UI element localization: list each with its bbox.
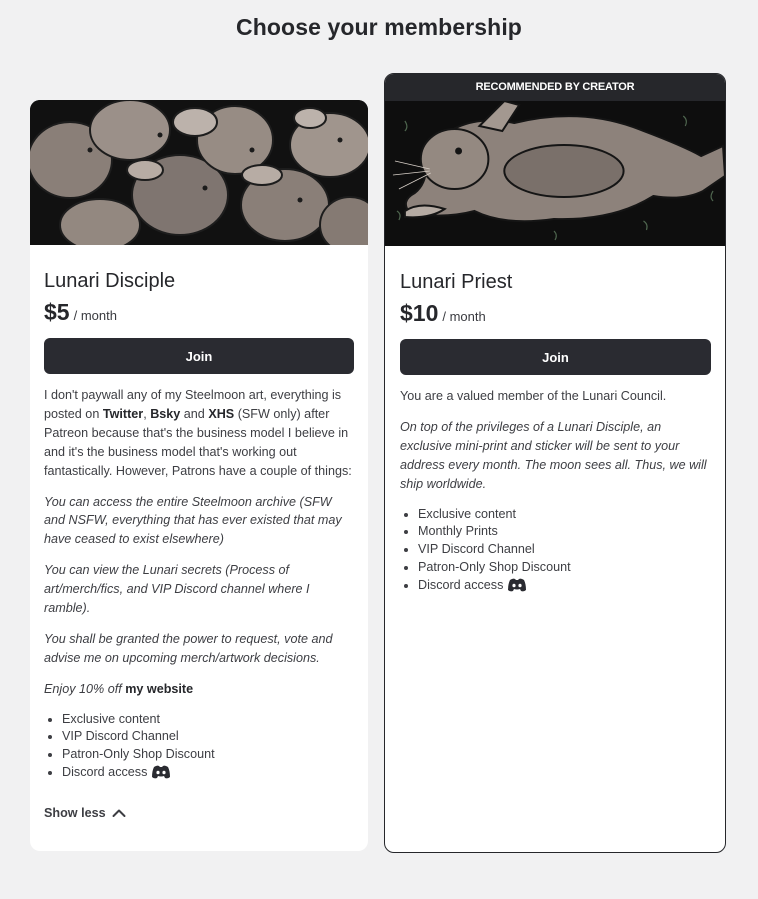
show-less-toggle[interactable]: Show less bbox=[44, 806, 126, 820]
twitter-link[interactable]: Twitter bbox=[103, 407, 143, 421]
tier-name: Lunari Disciple bbox=[44, 270, 176, 292]
benefits-list: Exclusive content VIP Discord Channel Pa… bbox=[44, 711, 354, 782]
benefit-item: VIP Discord Channel bbox=[62, 728, 354, 746]
tier-price: $10 bbox=[400, 300, 439, 326]
recommended-banner: RECOMMENDED BY CREATOR bbox=[385, 74, 725, 101]
tier-card-lunari-disciple: Lunari Disciple $5 / month Join I don't … bbox=[30, 100, 368, 851]
tier-description: I don't paywall any of my Steelmoon art,… bbox=[44, 386, 354, 699]
price-row: $5 / month bbox=[44, 299, 354, 326]
benefit-label: Discord access bbox=[418, 577, 504, 592]
benefits-list: Exclusive content Monthly Prints VIP Dis… bbox=[400, 506, 711, 595]
description-paragraph: You can view the Lunari secrets (Process… bbox=[44, 563, 310, 616]
benefit-item: Discord access bbox=[418, 577, 711, 595]
discord-icon bbox=[508, 578, 527, 592]
description-paragraph: I don't paywall any of my Steelmoon art,… bbox=[44, 386, 354, 481]
tier-name: Lunari Priest bbox=[400, 271, 513, 293]
tier-image-rabbits bbox=[30, 100, 368, 245]
benefit-item: Exclusive content bbox=[62, 711, 354, 729]
description-paragraph: You can access the entire Steelmoon arch… bbox=[44, 494, 342, 547]
benefit-item: VIP Discord Channel bbox=[418, 541, 711, 559]
xhs-link[interactable]: XHS bbox=[208, 407, 234, 421]
description-paragraph: You shall be granted the power to reques… bbox=[44, 631, 333, 665]
tier-period: / month bbox=[442, 309, 486, 324]
description-paragraph: You are a valued member of the Lunari Co… bbox=[400, 389, 667, 403]
benefit-label: Discord access bbox=[62, 765, 148, 780]
join-button[interactable]: Join bbox=[44, 338, 354, 374]
description-paragraph: Enjoy 10% off my website bbox=[44, 681, 194, 696]
benefit-item: Patron-Only Shop Discount bbox=[62, 746, 354, 764]
benefit-item: Patron-Only Shop Discount bbox=[418, 559, 711, 577]
chevron-up-icon bbox=[112, 809, 126, 817]
discord-icon bbox=[152, 765, 171, 779]
tier-image-hare bbox=[385, 101, 725, 246]
tier-description: You are a valued member of the Lunari Co… bbox=[400, 387, 711, 494]
tier-price: $5 bbox=[44, 299, 70, 325]
benefit-item: Monthly Prints bbox=[418, 523, 711, 541]
bsky-link[interactable]: Bsky bbox=[150, 407, 180, 421]
page-title: Choose your membership bbox=[236, 14, 522, 40]
description-text: and bbox=[180, 406, 209, 421]
tier-card-lunari-priest: RECOMMENDED BY CREATOR Lunari Priest $10… bbox=[384, 73, 726, 853]
price-row: $10 / month bbox=[400, 300, 711, 327]
description-paragraph: On top of the privileges of a Lunari Dis… bbox=[400, 419, 707, 491]
website-link[interactable]: my website bbox=[125, 682, 193, 696]
tier-period: / month bbox=[73, 308, 117, 323]
benefit-item: Exclusive content bbox=[418, 506, 711, 524]
show-less-label: Show less bbox=[44, 805, 106, 820]
join-button[interactable]: Join bbox=[400, 339, 711, 375]
benefit-item: Discord access bbox=[62, 764, 354, 782]
